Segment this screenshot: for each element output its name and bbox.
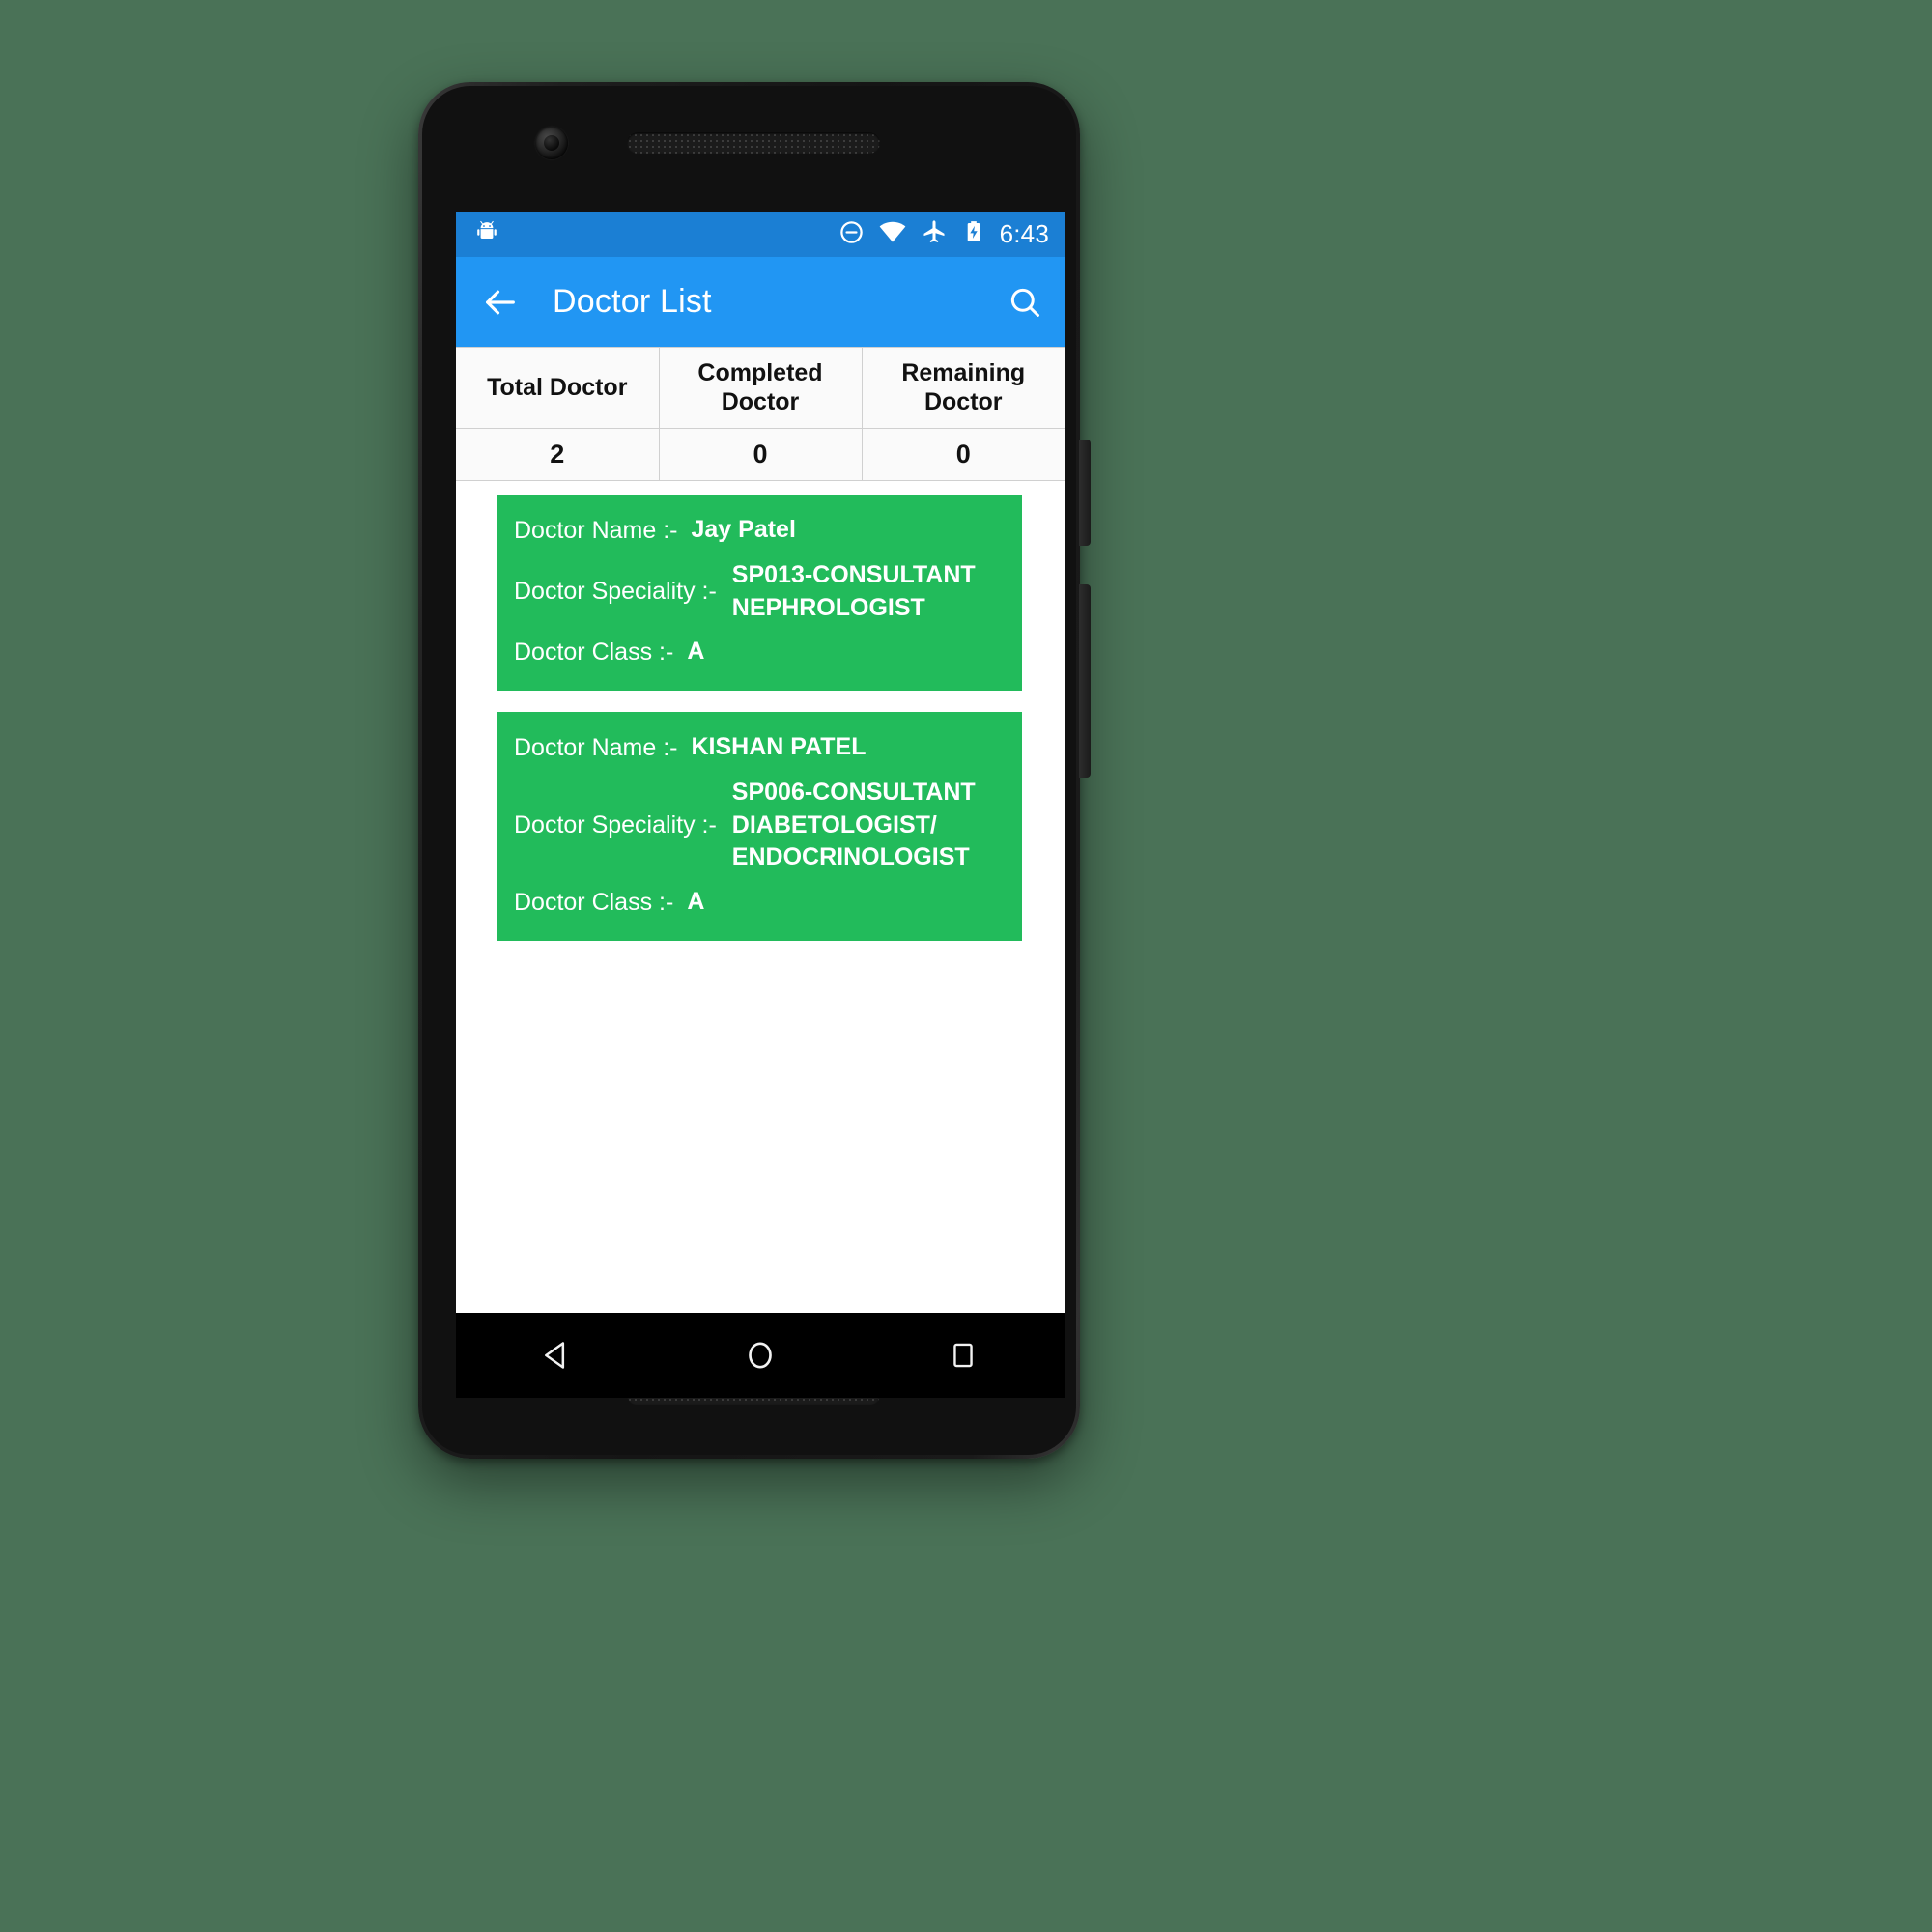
phone-device: 6:43 Doctor List Total Doctor Completed … <box>418 82 1091 1459</box>
arrow-back-icon[interactable] <box>481 283 520 322</box>
doctor-card[interactable]: Doctor Name :- KISHAN PATEL Doctor Speci… <box>497 712 1022 941</box>
summary-header-row: Total Doctor Completed Doctor Remaining … <box>456 347 1065 429</box>
nav-home-icon[interactable] <box>717 1336 804 1375</box>
battery-charging-icon <box>961 218 986 250</box>
doctor-class-row: Doctor Class :- A <box>497 630 1022 675</box>
doctor-class-label: Doctor Class :- <box>514 639 674 667</box>
android-navigation-bar <box>456 1313 1065 1398</box>
app-bar: Doctor List <box>456 257 1065 347</box>
status-bar-clock: 6:43 <box>999 219 1049 248</box>
doctor-speciality-value: SP006-CONSULTANT DIABETOLOGIST/ ENDOCRIN… <box>731 778 976 871</box>
app-notification-icon <box>473 218 500 250</box>
phone-body: 6:43 Doctor List Total Doctor Completed … <box>422 86 1076 1455</box>
front-camera-icon <box>535 127 568 159</box>
doctor-class-value: A <box>687 638 705 666</box>
doctor-class-value: A <box>687 888 705 915</box>
doctor-name-row: Doctor Name :- Jay Patel <box>497 508 1022 554</box>
doctor-name-label: Doctor Name :- <box>514 517 678 544</box>
airplane-mode-icon <box>921 218 948 250</box>
status-bar: 6:43 <box>456 212 1065 257</box>
wifi-icon <box>878 217 907 251</box>
nav-recents-icon[interactable] <box>920 1338 1007 1373</box>
doctor-speciality-row: Doctor Speciality :- SP013-CONSULTANT NE… <box>497 554 1022 631</box>
earpiece-speaker <box>627 132 880 154</box>
doctor-speciality-row: Doctor Speciality :- SP006-CONSULTANT DI… <box>497 771 1022 880</box>
power-button[interactable] <box>1079 440 1091 546</box>
doctor-speciality-label: Doctor Speciality :- <box>514 811 717 838</box>
phone-screen: 6:43 Doctor List Total Doctor Completed … <box>456 212 1065 1313</box>
search-icon[interactable] <box>1007 284 1043 321</box>
value-total-doctor: 2 <box>456 428 660 481</box>
page-title: Doctor List <box>553 283 712 320</box>
do-not-disturb-icon <box>838 219 865 250</box>
doctor-class-label: Doctor Class :- <box>514 889 674 916</box>
doctor-list[interactable]: Doctor Name :- Jay Patel Doctor Speciali… <box>456 481 1065 1313</box>
value-remaining-doctor: 0 <box>862 428 1065 481</box>
doctor-name-label: Doctor Name :- <box>514 734 678 761</box>
doctor-summary-table: Total Doctor Completed Doctor Remaining … <box>456 347 1065 481</box>
doctor-speciality-label: Doctor Speciality :- <box>514 578 717 606</box>
header-total-doctor: Total Doctor <box>456 347 660 429</box>
doctor-name-value: Jay Patel <box>691 516 796 543</box>
header-completed-doctor: Completed Doctor <box>659 347 863 429</box>
doctor-name-row: Doctor Name :- KISHAN PATEL <box>497 725 1022 771</box>
doctor-card[interactable]: Doctor Name :- Jay Patel Doctor Speciali… <box>497 495 1022 691</box>
value-completed-doctor: 0 <box>659 428 863 481</box>
header-remaining-doctor: Remaining Doctor <box>862 347 1065 429</box>
doctor-speciality-value: SP013-CONSULTANT NEPHROLOGIST <box>731 560 976 621</box>
volume-button[interactable] <box>1079 584 1091 778</box>
summary-value-row: 2 0 0 <box>456 428 1065 481</box>
doctor-class-row: Doctor Class :- A <box>497 880 1022 925</box>
nav-back-icon[interactable] <box>514 1336 601 1375</box>
doctor-name-value: KISHAN PATEL <box>691 733 867 760</box>
